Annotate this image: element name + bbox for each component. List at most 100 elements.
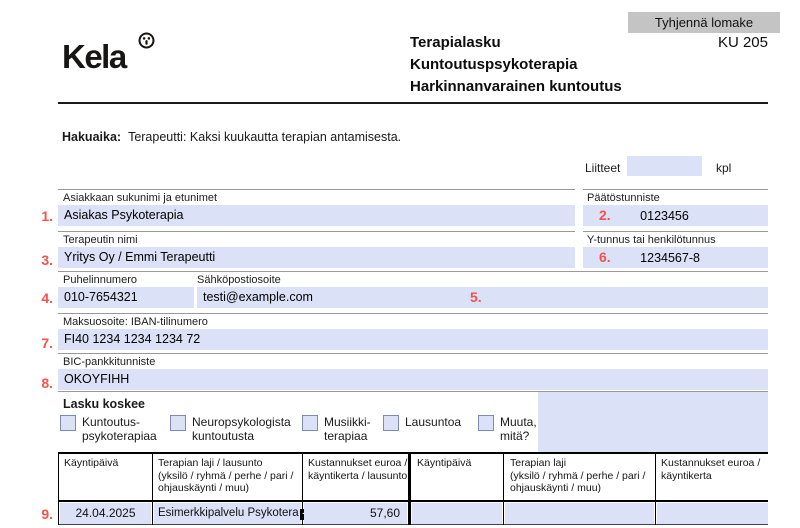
col-header-kustannukset-lausunto: Kustannukset euroa / käyntikerta / lausu… [308,457,407,482]
field-asiakkaan-nimi[interactable]: Asiakas Psykoterapia [58,205,575,226]
checkbox-label-line: Neuropsykologista [192,416,291,430]
checkbox-label-line: Musiikki- [324,416,371,430]
annotation-number-4: 4. [31,290,53,306]
annotation-number-7: 7. [31,335,53,351]
divider [58,231,575,232]
annotation-number-6: 6. [599,249,611,265]
col-header-line: Käyntipäivä [64,457,118,470]
divider [58,313,768,314]
checkbox-kuntoutuspsykoterapia[interactable] [60,415,76,431]
table-top-border [58,452,768,454]
col-header-kayntipaiva-2: Käyntipäivä [417,457,471,470]
field-y-tunnus[interactable]: 6. 1234567-8 [583,247,768,268]
field-y-tunnus-value: 1234567-8 [640,251,700,265]
checkbox-label-line: terapiaa [324,430,371,444]
annotation-number-8: 8. [31,375,53,391]
liitteet-input[interactable] [627,156,702,176]
col-header-line: Terapian laji [510,457,645,470]
hakuaika-text: Terapeutti: Kaksi kuukautta terapian ant… [128,130,401,144]
checkbox-label-lausunto: Lausuntoa [405,416,461,430]
cell-terapian-laji-value: Esimerkkipalvelu Psykotera [158,507,299,519]
form-code: KU 205 [658,34,768,51]
divider [583,189,768,190]
divider [58,189,575,190]
col-header-kayntipaiva: Käyntipäivä [64,457,118,470]
annotation-number-5: 5. [470,287,482,308]
col-header-line: Kustannukset euroa / [308,457,407,470]
cell-terapian-laji[interactable]: Esimerkkipalvelu Psykotera+ [154,503,301,524]
cell-kustannukset[interactable]: 57,60 [304,503,407,524]
annotation-number-1: 1. [31,208,53,224]
form-title-line: Terapialasku [410,32,622,54]
divider [58,271,768,272]
form-title: Terapialasku Kuntoutuspsykoterapia Harki… [410,32,622,98]
field-sahkopostiosoite[interactable]: testi@example.com 5. [197,287,768,308]
kela-logo-text: Kela [62,38,126,75]
checkbox-label-muuta: Muuta, mitä? [500,416,537,443]
col-header-line: ohjauskäynti / muu) [510,482,645,495]
checkbox-label-line: Muuta, [500,416,537,430]
label-puhelinnumero: Puhelinnumero [63,274,137,286]
divider [58,353,768,354]
cell-terapian-laji-2[interactable] [505,503,654,524]
table-vline-thick [408,452,411,525]
checkbox-neuropsykologinen[interactable] [170,415,186,431]
form-title-line: Kuntoutuspsykoterapia [410,54,622,76]
checkbox-label-kuntoutuspsykoterapia: Kuntoutus- psykoterapiaa [82,416,157,443]
checkbox-label-line: psykoterapiaa [82,430,157,444]
col-header-line: Käyntipäivä [417,457,471,470]
kela-emblem-icon [138,32,155,49]
checkbox-label-line: mitä? [500,430,537,444]
table-header-border [58,500,768,502]
clear-form-button[interactable]: Tyhjennä lomake [628,12,780,33]
label-asiakkaan-sukunimi: Asiakkaan sukunimi ja etunimet [63,192,217,204]
field-paatostunniste[interactable]: 2. 0123456 [583,205,768,226]
label-terapeutin-nimi: Terapeutin nimi [63,234,138,246]
field-bic[interactable]: OKOYFIHH [58,369,768,390]
table-vline [58,452,59,525]
label-bic: BIC-pankkitunniste [63,356,155,368]
muuta-mita-input[interactable] [538,392,768,452]
table-vline [655,452,656,525]
label-paatostunniste: Päätöstunniste [587,192,660,204]
annotation-number-2: 2. [599,207,611,223]
checkbox-musiikkiterapia[interactable] [302,415,318,431]
col-header-line: Terapian laji / lausunto [158,457,293,470]
col-header-line: ohjauskäynti / muu) [158,482,293,495]
liitteet-unit: kpl [716,161,731,175]
col-header-kustannukset: Kustannukset euroa / käyntikerta [661,457,760,482]
checkbox-label-line: Lausuntoa [405,416,461,430]
lasku-koskee-title: Lasku koskee [63,397,145,411]
annotation-number-3: 3. [31,252,53,268]
ku205-form-page: Tyhjennä lomake Kela Terapialasku Kuntou… [0,0,800,528]
hakuaika-label: Hakuaika: [62,130,121,144]
field-iban[interactable]: FI40 1234 1234 1234 72 [58,329,768,350]
label-iban: Maksuosoite: IBAN-tilinumero [63,316,208,328]
cell-kustannukset-2[interactable] [657,503,768,524]
header-divider [58,102,768,104]
col-header-line: käyntikerta / lausunto [308,470,407,483]
divider [583,231,768,232]
field-paatostunniste-value: 0123456 [640,209,689,223]
label-sahkopostiosoite: Sähköpostiosoite [197,274,281,286]
checkbox-label-line: Kuntoutus- [82,416,157,430]
col-header-line: Kustannukset euroa / [661,457,760,470]
col-header-line: (yksilö / ryhmä / perhe / pari / [510,470,645,483]
field-puhelinnumero[interactable]: 010-7654321 [58,287,194,308]
annotation-number-9: 9. [31,506,53,522]
col-header-terapian-laji-lausunto: Terapian laji / lausunto (yksilö / ryhmä… [158,457,293,495]
field-sahkoposti-value: testi@example.com [203,290,313,304]
table-row-border [58,524,768,525]
col-header-line: (yksilö / ryhmä / perhe / pari / [158,470,293,483]
checkbox-lausunto[interactable] [383,415,399,431]
label-y-tunnus: Y-tunnus tai henkilötunnus [587,234,716,246]
liitteet-label: Liitteet [585,161,620,175]
table-vline [503,452,504,525]
checkbox-label-musiikkiterapia: Musiikki- terapiaa [324,416,371,443]
cell-kayntipaiva-2[interactable] [412,503,502,524]
checkbox-muuta[interactable] [478,415,494,431]
checkbox-label-neuropsykologinen: Neuropsykologista kuntoutusta [192,416,291,443]
field-terapeutin-nimi[interactable]: Yritys Oy / Emmi Terapeutti [58,247,575,268]
hakuaika-note: Hakuaika: Terapeutti: Kaksi kuukautta ter… [62,130,401,144]
cell-kayntipaiva[interactable]: 24.04.2025 [60,503,151,524]
